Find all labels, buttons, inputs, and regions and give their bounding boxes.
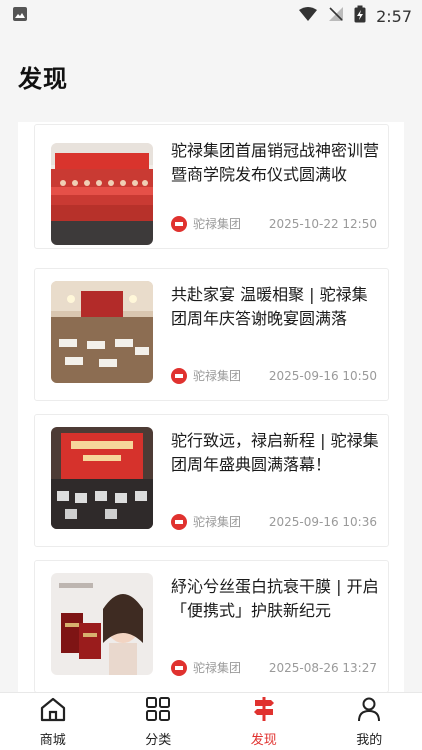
article-source: 驼禄集团	[171, 659, 241, 676]
tab-label: 分类	[145, 732, 172, 748]
tab-mine[interactable]: 我的	[329, 696, 409, 748]
tab-label: 我的	[356, 732, 383, 748]
article-source-name: 驼禄集团	[193, 515, 242, 529]
article-meta: 驼禄集团 2025-08-26 13:27	[171, 659, 377, 676]
article-source-name: 驼禄集团	[193, 369, 242, 383]
tab-category[interactable]: 分类	[118, 696, 198, 748]
battery-icon	[354, 5, 366, 27]
gallery-icon	[12, 6, 28, 26]
article-source: 驼禄集团	[171, 367, 241, 384]
signal-icon	[328, 6, 344, 26]
tab-label: 商城	[39, 732, 66, 748]
article-meta: 驼禄集团 2025-10-22 12:50	[171, 215, 377, 232]
status-bar: 2:57	[0, 0, 422, 32]
article-meta: 驼禄集团 2025-09-16 10:36	[171, 513, 377, 530]
article-source: 驼禄集团	[171, 215, 241, 232]
grid-icon	[145, 696, 171, 726]
article-date: 2025-08-26 13:27	[268, 660, 377, 675]
bottom-tab-bar: 商城 分类 发现 我的	[0, 692, 422, 750]
page-title: 发现	[18, 64, 68, 93]
article-meta: 驼禄集团 2025-09-16 10:50	[171, 367, 377, 384]
brand-logo-icon	[171, 513, 187, 530]
article-source-name: 驼禄集团	[193, 661, 242, 675]
signpost-icon	[251, 696, 277, 726]
person-icon	[356, 696, 382, 726]
article-date: 2025-10-22 12:50	[268, 216, 377, 231]
tab-mall[interactable]: 商城	[13, 696, 93, 748]
wifi-icon	[298, 6, 318, 26]
article-source-name: 驼禄集团	[193, 217, 242, 231]
article-title[interactable]: 驼禄集团首届销冠战神密训营暨商学院发布仪式圆满收	[171, 139, 379, 187]
article-thumbnail	[51, 573, 153, 675]
article-thumbnail	[51, 281, 153, 383]
article-feed[interactable]: 驼禄集团首届销冠战神密训营暨商学院发布仪式圆满收 驼禄集团 2025-10-22…	[18, 122, 404, 692]
article-source: 驼禄集团	[171, 513, 241, 530]
brand-logo-icon	[171, 659, 187, 676]
article-thumbnail	[51, 427, 153, 529]
status-left	[12, 6, 28, 26]
tab-label: 发现	[250, 732, 277, 748]
article-card[interactable]: 驼禄集团首届销冠战神密训营暨商学院发布仪式圆满收 驼禄集团 2025-10-22…	[34, 124, 389, 249]
article-card[interactable]: 共赴家宴 温暖相聚 | 驼禄集团周年庆答谢晚宴圆满落 驼禄集团 2025-09-…	[34, 268, 389, 401]
article-card[interactable]: 驼行致远，禄启新程 | 驼禄集团周年盛典圆满落幕！ 驼禄集团 2025-09-1…	[34, 414, 389, 547]
status-right: 2:57	[298, 5, 412, 27]
status-time: 2:57	[376, 6, 412, 26]
brand-logo-icon	[171, 215, 187, 232]
home-icon	[39, 696, 67, 726]
article-thumbnail	[51, 143, 153, 245]
article-date: 2025-09-16 10:50	[268, 368, 377, 383]
article-title[interactable]: 驼行致远，禄启新程 | 驼禄集团周年盛典圆满落幕！	[171, 429, 379, 477]
tab-discover[interactable]: 发现	[224, 696, 304, 748]
article-title[interactable]: 紓沁兮丝蛋白抗衰干膜 | 开启「便携式」护肤新纪元	[171, 575, 379, 623]
article-title[interactable]: 共赴家宴 温暖相聚 | 驼禄集团周年庆答谢晚宴圆满落	[171, 283, 379, 331]
brand-logo-icon	[171, 367, 187, 384]
page-header: 发现	[0, 32, 422, 120]
article-date: 2025-09-16 10:36	[268, 514, 377, 529]
article-card[interactable]: 紓沁兮丝蛋白抗衰干膜 | 开启「便携式」护肤新纪元 驼禄集团 2025-08-2…	[34, 560, 389, 692]
